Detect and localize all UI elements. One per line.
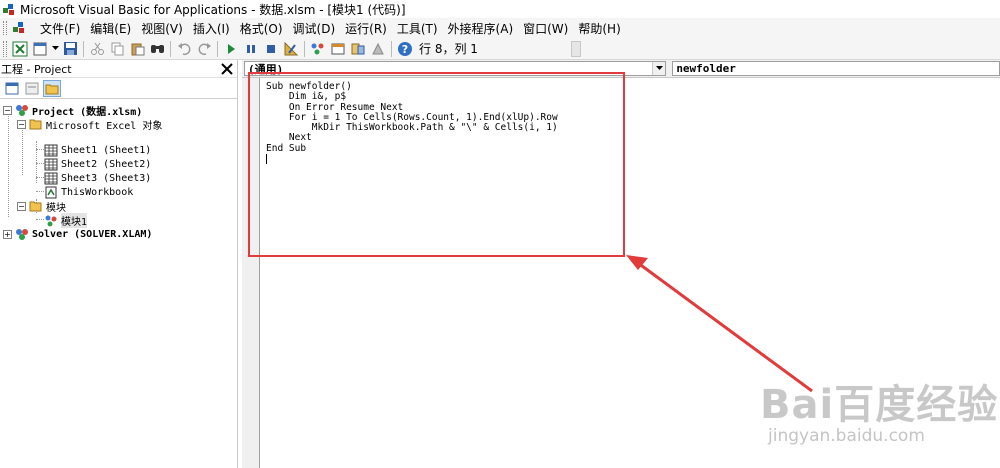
watermark-logo: Bai百度经验	[760, 382, 999, 428]
watermark-url: jingyan.baidu.com	[768, 426, 925, 446]
baidu-watermark: Bai百度经验 jingyan.baidu.com	[760, 372, 1000, 468]
